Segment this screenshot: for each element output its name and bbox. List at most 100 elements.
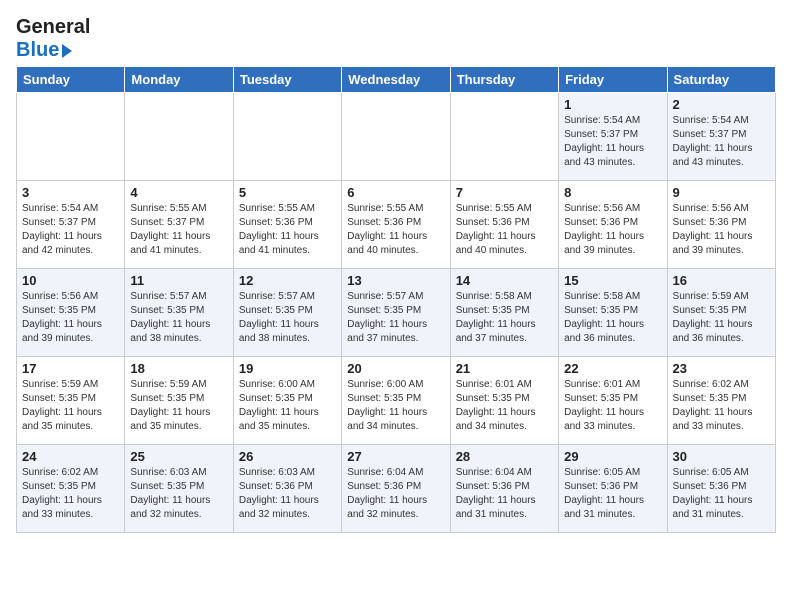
day-info: Sunrise: 6:05 AM Sunset: 5:36 PM Dayligh… [564,466,661,522]
day-number: 30 [673,449,770,464]
day-info: Sunrise: 6:03 AM Sunset: 5:36 PM Dayligh… [239,466,336,522]
day-info: Sunrise: 5:59 AM Sunset: 5:35 PM Dayligh… [22,378,119,434]
day-info: Sunrise: 5:57 AM Sunset: 5:35 PM Dayligh… [239,290,336,346]
calendar-cell: 8 Sunrise: 5:56 AM Sunset: 5:36 PM Daylig… [559,181,667,269]
calendar-table: SundayMondayTuesdayWednesdayThursdayFrid… [16,66,776,533]
day-info: Sunrise: 6:03 AM Sunset: 5:35 PM Dayligh… [130,466,227,522]
calendar-cell: 15 Sunrise: 5:58 AM Sunset: 5:35 PM Dayli… [559,269,667,357]
day-info: Sunrise: 5:59 AM Sunset: 5:35 PM Dayligh… [673,290,770,346]
day-number: 16 [673,273,770,288]
logo-triangle-icon [62,44,72,58]
calendar-cell: 29Sunrise: 6:05 AM Sunset: 5:36 PM Dayli… [559,445,667,533]
calendar-cell: 25 Sunrise: 6:03 AM Sunset: 5:35 PM Dayli… [125,445,233,533]
calendar-cell: 1 Sunrise: 5:54 AM Sunset: 5:37 PM Daylig… [559,93,667,181]
day-number: 8 [564,185,661,200]
day-info: Sunrise: 5:57 AM Sunset: 5:35 PM Dayligh… [347,290,444,346]
day-number: 1 [564,97,661,112]
day-info: Sunrise: 5:56 AM Sunset: 5:36 PM Dayligh… [564,202,661,258]
day-number: 5 [239,185,336,200]
day-of-week-row: SundayMondayTuesdayWednesdayThursdayFrid… [17,67,776,93]
day-number: 12 [239,273,336,288]
calendar-cell: 30Sunrise: 6:05 AM Sunset: 5:36 PM Dayli… [667,445,775,533]
day-info: Sunrise: 5:54 AM Sunset: 5:37 PM Dayligh… [22,202,119,258]
calendar-cell: 16 Sunrise: 5:59 AM Sunset: 5:35 PM Dayli… [667,269,775,357]
logo-general: General [16,16,90,39]
day-info: Sunrise: 6:00 AM Sunset: 5:35 PM Dayligh… [239,378,336,434]
day-info: Sunrise: 5:57 AM Sunset: 5:35 PM Dayligh… [130,290,227,346]
day-header-wednesday: Wednesday [342,67,450,93]
calendar-cell: 12 Sunrise: 5:57 AM Sunset: 5:35 PM Dayli… [233,269,341,357]
calendar-cell: 13 Sunrise: 5:57 AM Sunset: 5:35 PM Dayli… [342,269,450,357]
day-number: 28 [456,449,553,464]
day-number: 24 [22,449,119,464]
calendar-cell: 9Sunrise: 5:56 AM Sunset: 5:36 PM Daylig… [667,181,775,269]
day-number: 2 [673,97,770,112]
calendar-cell: 14 Sunrise: 5:58 AM Sunset: 5:35 PM Dayli… [450,269,558,357]
day-number: 21 [456,361,553,376]
day-info: Sunrise: 5:55 AM Sunset: 5:36 PM Dayligh… [347,202,444,258]
day-number: 15 [564,273,661,288]
day-info: Sunrise: 5:58 AM Sunset: 5:35 PM Dayligh… [564,290,661,346]
day-number: 18 [130,361,227,376]
day-info: Sunrise: 6:01 AM Sunset: 5:35 PM Dayligh… [456,378,553,434]
calendar-cell: 18 Sunrise: 5:59 AM Sunset: 5:35 PM Dayli… [125,357,233,445]
day-number: 13 [347,273,444,288]
calendar-cell: 20 Sunrise: 6:00 AM Sunset: 5:35 PM Dayli… [342,357,450,445]
calendar-cell: 24 Sunrise: 6:02 AM Sunset: 5:35 PM Dayli… [17,445,125,533]
day-number: 11 [130,273,227,288]
day-header-monday: Monday [125,67,233,93]
day-number: 19 [239,361,336,376]
calendar-cell: 17 Sunrise: 5:59 AM Sunset: 5:35 PM Dayli… [17,357,125,445]
page-header: General Blue [16,16,776,62]
calendar-cell: 11 Sunrise: 5:57 AM Sunset: 5:35 PM Dayli… [125,269,233,357]
day-header-thursday: Thursday [450,67,558,93]
day-number: 27 [347,449,444,464]
logo: General Blue [16,16,90,62]
day-header-saturday: Saturday [667,67,775,93]
day-number: 4 [130,185,227,200]
week-row-2: 3 Sunrise: 5:54 AM Sunset: 5:37 PM Daylig… [17,181,776,269]
day-number: 10 [22,273,119,288]
day-number: 25 [130,449,227,464]
calendar-cell: 28Sunrise: 6:04 AM Sunset: 5:36 PM Dayli… [450,445,558,533]
day-info: Sunrise: 5:58 AM Sunset: 5:35 PM Dayligh… [456,290,553,346]
calendar-cell [17,93,125,181]
day-number: 3 [22,185,119,200]
calendar-cell [342,93,450,181]
calendar-cell [450,93,558,181]
day-number: 23 [673,361,770,376]
calendar-cell: 26 Sunrise: 6:03 AM Sunset: 5:36 PM Dayli… [233,445,341,533]
day-info: Sunrise: 6:02 AM Sunset: 5:35 PM Dayligh… [673,378,770,434]
day-info: Sunrise: 5:56 AM Sunset: 5:35 PM Dayligh… [22,290,119,346]
day-info: Sunrise: 6:02 AM Sunset: 5:35 PM Dayligh… [22,466,119,522]
day-info: Sunrise: 5:55 AM Sunset: 5:36 PM Dayligh… [456,202,553,258]
calendar-cell: 3 Sunrise: 5:54 AM Sunset: 5:37 PM Daylig… [17,181,125,269]
day-info: Sunrise: 5:54 AM Sunset: 5:37 PM Dayligh… [564,114,661,170]
day-info: Sunrise: 6:01 AM Sunset: 5:35 PM Dayligh… [564,378,661,434]
calendar-cell: 27 Sunrise: 6:04 AM Sunset: 5:36 PM Dayli… [342,445,450,533]
calendar-cell [233,93,341,181]
day-number: 14 [456,273,553,288]
calendar-cell: 23 Sunrise: 6:02 AM Sunset: 5:35 PM Dayli… [667,357,775,445]
day-info: Sunrise: 6:04 AM Sunset: 5:36 PM Dayligh… [347,466,444,522]
day-header-friday: Friday [559,67,667,93]
calendar-cell: 19 Sunrise: 6:00 AM Sunset: 5:35 PM Dayli… [233,357,341,445]
day-number: 22 [564,361,661,376]
logo-blue: Blue [16,39,90,62]
day-number: 26 [239,449,336,464]
week-row-4: 17 Sunrise: 5:59 AM Sunset: 5:35 PM Dayli… [17,357,776,445]
day-number: 7 [456,185,553,200]
day-info: Sunrise: 5:59 AM Sunset: 5:35 PM Dayligh… [130,378,227,434]
week-row-5: 24 Sunrise: 6:02 AM Sunset: 5:35 PM Dayli… [17,445,776,533]
calendar-cell: 22 Sunrise: 6:01 AM Sunset: 5:35 PM Dayli… [559,357,667,445]
calendar-body: 1 Sunrise: 5:54 AM Sunset: 5:37 PM Daylig… [17,93,776,533]
day-number: 9 [673,185,770,200]
calendar-cell: 7 Sunrise: 5:55 AM Sunset: 5:36 PM Daylig… [450,181,558,269]
week-row-1: 1 Sunrise: 5:54 AM Sunset: 5:37 PM Daylig… [17,93,776,181]
day-number: 17 [22,361,119,376]
day-info: Sunrise: 6:00 AM Sunset: 5:35 PM Dayligh… [347,378,444,434]
calendar-cell: 6 Sunrise: 5:55 AM Sunset: 5:36 PM Daylig… [342,181,450,269]
day-number: 20 [347,361,444,376]
day-header-sunday: Sunday [17,67,125,93]
day-number: 6 [347,185,444,200]
